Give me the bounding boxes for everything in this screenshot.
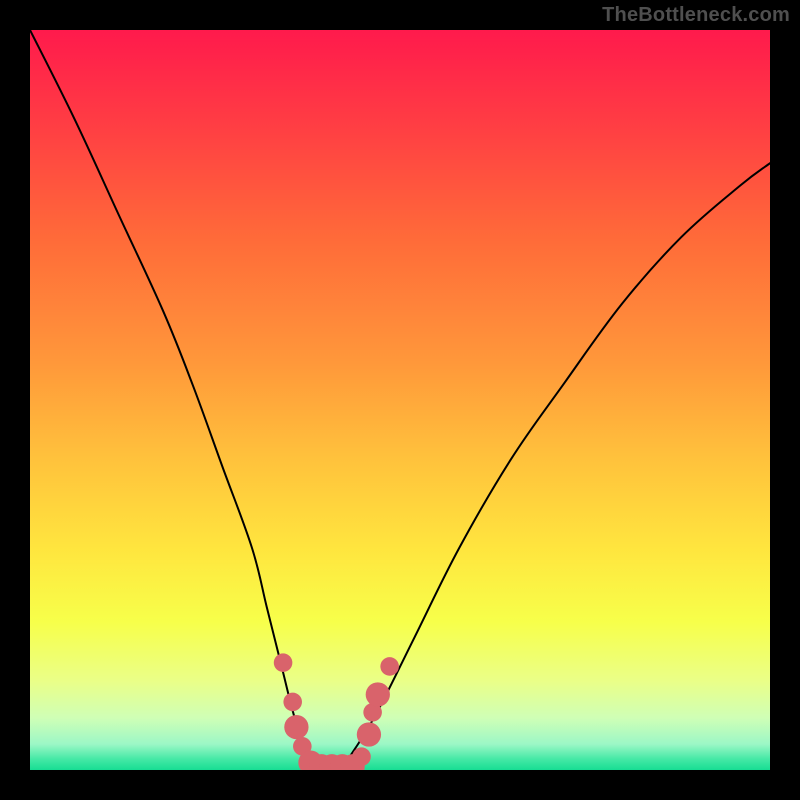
chart-svg [30, 30, 770, 770]
gradient-background [30, 30, 770, 770]
marker-dot [380, 657, 399, 676]
marker-dot [357, 722, 381, 746]
marker-dot [352, 747, 371, 766]
marker-dot [283, 693, 302, 712]
marker-dot [274, 653, 293, 672]
chart-frame: TheBottleneck.com [0, 0, 800, 800]
watermark-text: TheBottleneck.com [602, 4, 790, 27]
marker-dot [366, 682, 390, 706]
plot-area [30, 30, 770, 770]
marker-dot [284, 715, 308, 739]
